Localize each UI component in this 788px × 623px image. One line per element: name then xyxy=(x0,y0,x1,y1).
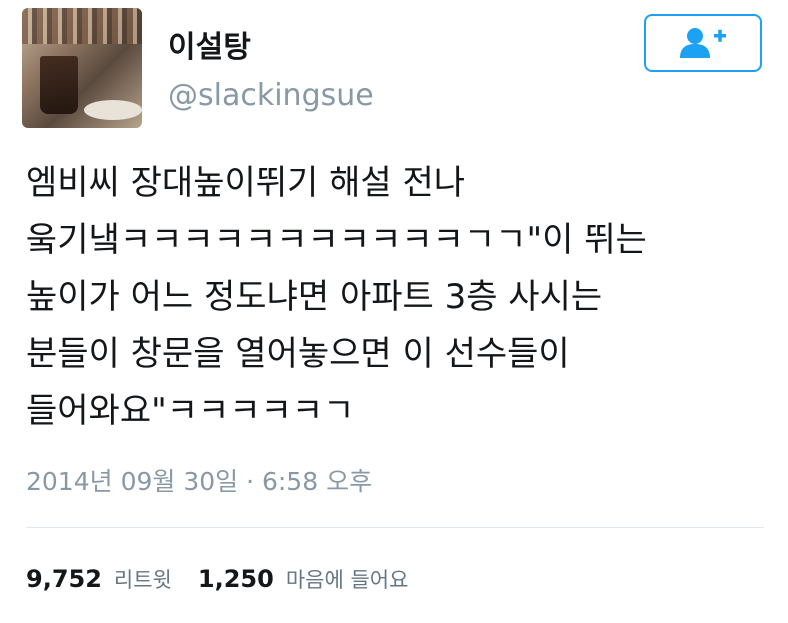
like-label[interactable]: 마음에 들어요 xyxy=(286,564,409,594)
like-count[interactable]: 1,250 xyxy=(198,565,274,593)
avatar-coffee-cup xyxy=(40,56,78,114)
divider xyxy=(26,527,764,528)
add-user-icon xyxy=(680,28,726,58)
tweet-text: 엠비씨 장대높이뛰기 해설 전나 웈기냌ㅋㅋㅋㅋㅋㅋㅋㅋㅋㅋㅋㄱㄱ"이 뛰는 높… xyxy=(26,163,647,431)
avatar[interactable] xyxy=(22,8,142,128)
follow-button[interactable] xyxy=(644,14,762,72)
tweet-stats: 9,752 리트윗 1,250 마음에 들어요 xyxy=(26,564,408,594)
display-name[interactable]: 이설탕 xyxy=(168,22,251,66)
user-handle[interactable]: @slackingsue xyxy=(168,78,374,113)
retweet-count[interactable]: 9,752 xyxy=(26,565,102,593)
avatar-bookshelf xyxy=(22,8,142,44)
avatar-plate xyxy=(84,100,142,120)
tweet-timestamp[interactable]: 2014년 09월 30일 · 6:58 오후 xyxy=(26,462,372,498)
retweet-label[interactable]: 리트윗 xyxy=(114,564,172,594)
